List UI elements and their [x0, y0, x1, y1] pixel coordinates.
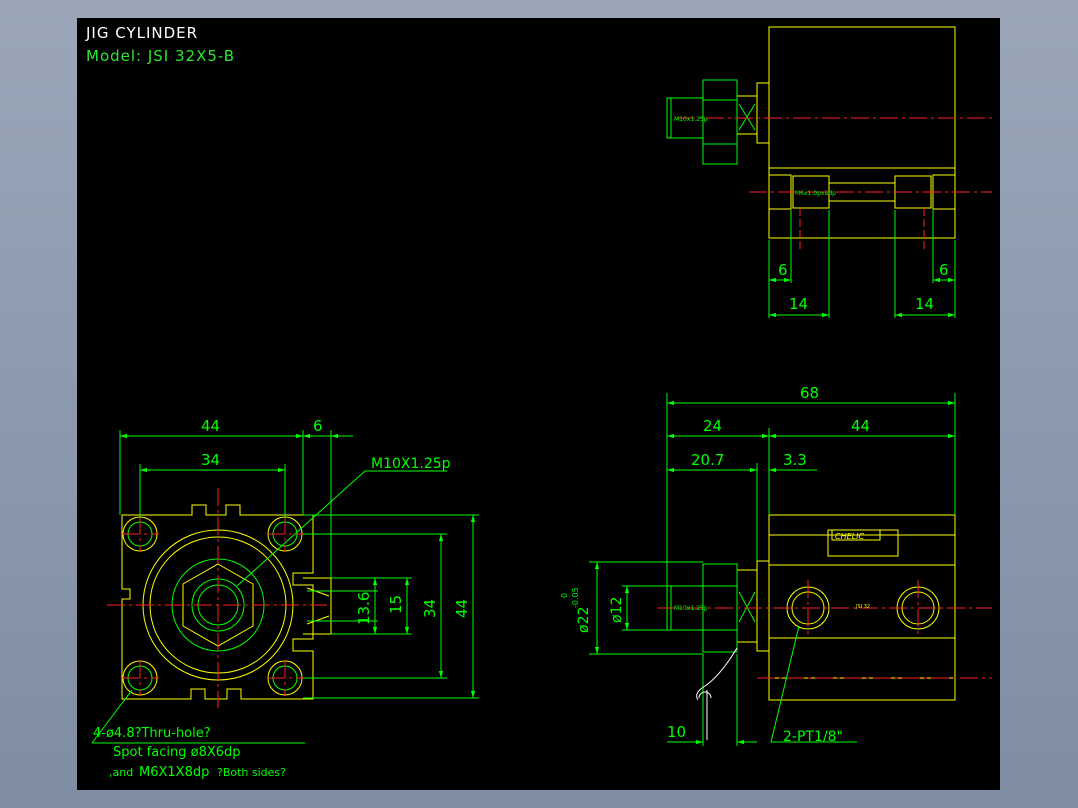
- drawing-canvas[interactable]: JIG CYLINDER Model: JSI 32X5-B 6 6 14 14…: [77, 18, 1000, 790]
- dim-top-6-left: 6: [778, 261, 788, 279]
- dim-front-6: 6: [313, 417, 323, 435]
- dim-34-vertical: 34: [421, 599, 439, 618]
- note-line-3a: ,and: [109, 766, 133, 779]
- front-view: [91, 430, 479, 744]
- tap-label-top: M6x1.0px8dp: [795, 190, 836, 197]
- dim-side-10: 10: [667, 723, 686, 741]
- dim-thread-m10: M10X1.25p: [371, 456, 451, 472]
- dim-side-68: 68: [800, 384, 819, 402]
- dim-port: 2-PT1/8": [783, 729, 843, 745]
- dim-side-20-7: 20.7: [691, 451, 724, 469]
- dim-44-vertical: 44: [453, 599, 471, 618]
- dim-side-24: 24: [703, 417, 722, 435]
- side-view: [589, 393, 992, 746]
- dim-top-6-right: 6: [939, 261, 949, 279]
- dim-phi22: ø22: [576, 607, 592, 633]
- dim-phi22-tol-bottom: -0.05: [571, 587, 580, 608]
- cad-viewport: JIG CYLINDER Model: JSI 32X5-B 6 6 14 14…: [0, 0, 1078, 808]
- dim-13-6: 13.6: [355, 592, 373, 625]
- model-plate-label: JSI 32: [855, 604, 870, 610]
- note-line-2: Spot facing ø8X6dp: [113, 745, 241, 760]
- dim-side-44: 44: [851, 417, 870, 435]
- top-body: [768, 26, 956, 239]
- brand-label: CHELIC: [835, 532, 864, 541]
- thread-label-top: M10x1.25p: [674, 116, 708, 123]
- cad-drawing: 6 6 14 14 M10x1.25p M6x1.0px8dp 44 6 34 …: [91, 26, 992, 780]
- dim-top-14-left: 14: [789, 295, 808, 313]
- dim-front-44: 44: [201, 417, 220, 435]
- dim-top-14-right: 14: [915, 295, 934, 313]
- dim-side-3-3: 3.3: [783, 451, 807, 469]
- dim-15: 15: [387, 595, 405, 614]
- note-line-3c: ?Both sides?: [217, 766, 286, 779]
- note-line-1: 4-ø4.8?Thru-hole?: [93, 726, 211, 741]
- dim-front-34: 34: [201, 451, 220, 469]
- thread-label-side: M10x1.25p: [674, 605, 708, 612]
- dim-phi12: ø12: [609, 597, 625, 623]
- note-line-3b: M6X1X8dp: [139, 765, 209, 780]
- dim-phi22-tol-top: 0: [560, 593, 569, 598]
